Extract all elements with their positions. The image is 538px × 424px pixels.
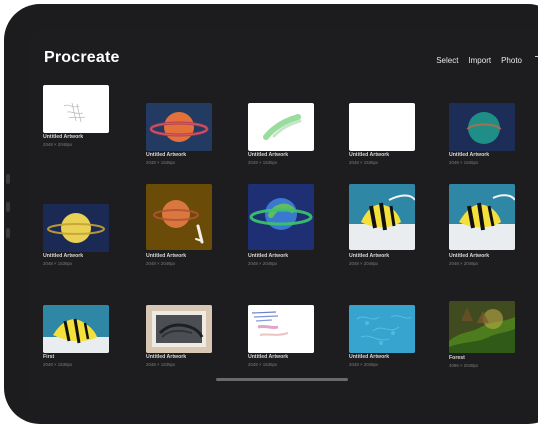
artwork-thumbnail[interactable] — [43, 305, 109, 353]
artwork-dimensions: 2048 × 1536px — [349, 160, 379, 165]
artwork-thumbnail[interactable] — [248, 184, 314, 250]
photo-button[interactable]: Photo — [501, 56, 522, 65]
artwork-thumbnail[interactable] — [349, 305, 415, 353]
artwork-title: Untitled Artwork — [43, 134, 84, 140]
artwork-title: Untitled Artwork — [248, 152, 289, 158]
artwork-dimensions: 2048 × 2048px — [43, 142, 73, 147]
artwork-title: Untitled Artwork — [146, 354, 187, 360]
artwork-dimensions: 2048 × 2048px — [248, 261, 278, 266]
plus-icon[interactable] — [534, 50, 538, 64]
artwork-dimensions: 2048 × 2048px — [349, 362, 379, 367]
artwork-title: Untitled Artwork — [449, 253, 490, 259]
artwork-dimensions: 2048 × 1536px — [248, 160, 278, 165]
artwork-thumbnail[interactable] — [43, 204, 109, 252]
artwork-title: Untitled Artwork — [248, 354, 289, 360]
artwork-title: Untitled Artwork — [349, 253, 390, 259]
side-button — [6, 174, 10, 184]
artwork-thumbnail[interactable] — [248, 305, 314, 353]
artwork-dimensions: 2048 × 2048px — [349, 261, 379, 266]
top-actions: Select Import Photo — [436, 56, 522, 65]
artwork-title: Untitled Artwork — [146, 152, 187, 158]
artwork-dimensions: 2048 × 1536px — [43, 362, 73, 367]
artwork-dimensions: 2048 × 1536px — [146, 362, 176, 367]
artwork-thumbnail[interactable] — [43, 85, 109, 133]
artwork-dimensions: 4096 × 2048px — [449, 363, 479, 368]
side-button — [6, 228, 10, 238]
select-button[interactable]: Select — [436, 56, 458, 65]
artwork-thumbnail[interactable] — [146, 305, 212, 353]
artwork-title: Untitled Artwork — [349, 152, 390, 158]
artwork-dimensions: 2048 × 1536px — [248, 362, 278, 367]
artwork-title: Untitled Artwork — [146, 253, 187, 259]
artwork-dimensions: 2048 × 1536px — [43, 261, 73, 266]
screen: Procreate Select Import Photo Untitled A… — [30, 28, 538, 400]
artwork-thumbnail[interactable] — [248, 103, 314, 151]
artwork-dimensions: 2048 × 1536px — [146, 160, 176, 165]
artwork-title: Forest — [449, 355, 465, 361]
home-indicator — [216, 378, 348, 381]
artwork-title: First — [43, 354, 55, 360]
artwork-thumbnail[interactable] — [449, 184, 515, 250]
artwork-title: Untitled Artwork — [43, 253, 84, 259]
side-button — [6, 202, 10, 212]
artwork-thumbnail[interactable] — [449, 103, 515, 151]
artwork-title: Untitled Artwork — [349, 354, 390, 360]
import-button[interactable]: Import — [468, 56, 491, 65]
artwork-thumbnail[interactable] — [349, 103, 415, 151]
artwork-dimensions: 2048 × 2048px — [146, 261, 176, 266]
ipad-frame: Procreate Select Import Photo Untitled A… — [4, 4, 538, 424]
artwork-dimensions: 2048 × 1536px — [449, 160, 479, 165]
artwork-title: Untitled Artwork — [449, 152, 490, 158]
device-side — [4, 4, 14, 424]
artwork-title: Untitled Artwork — [248, 253, 289, 259]
artwork-thumbnail[interactable] — [146, 103, 212, 151]
artwork-dimensions: 2048 × 2048px — [449, 261, 479, 266]
app-title: Procreate — [44, 49, 120, 66]
artwork-thumbnail[interactable] — [349, 184, 415, 250]
artwork-thumbnail[interactable] — [146, 184, 212, 250]
artwork-thumbnail[interactable] — [449, 301, 515, 353]
